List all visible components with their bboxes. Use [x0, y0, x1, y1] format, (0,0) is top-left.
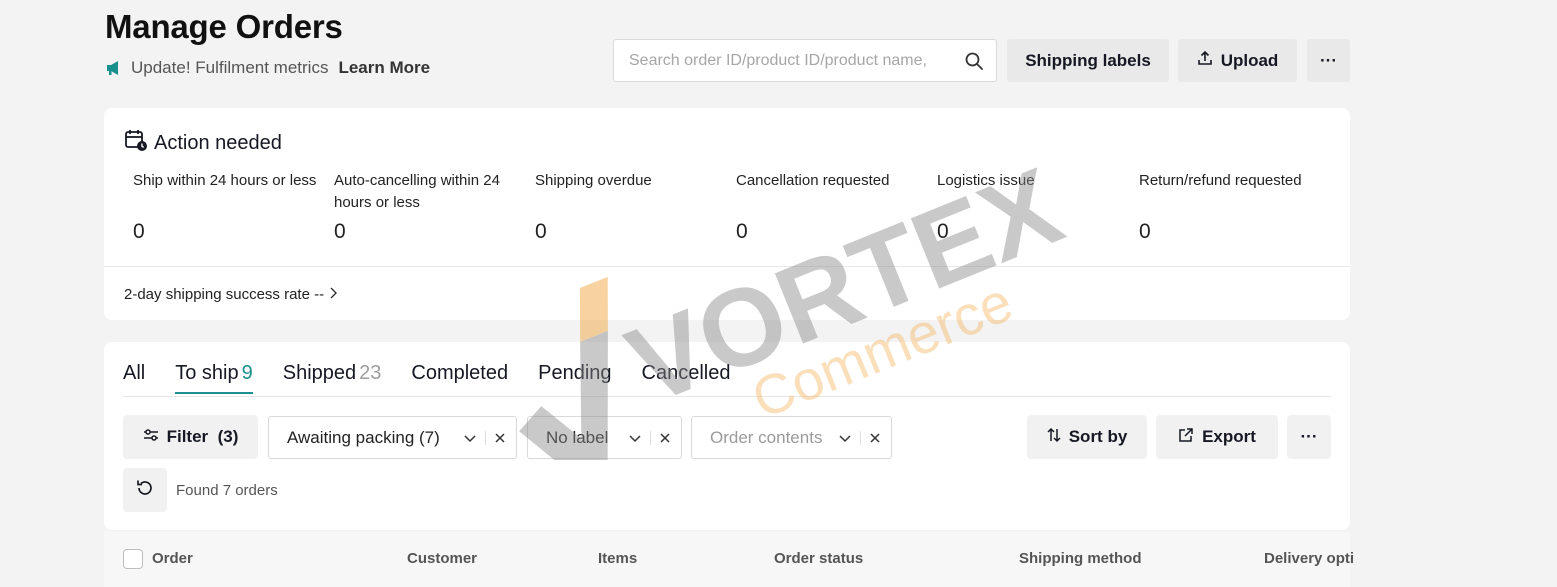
success-rate-text: 2-day shipping success rate --	[124, 286, 325, 303]
tab-pending[interactable]: Pending	[538, 362, 611, 394]
metric-label: Logistics issue	[937, 172, 1035, 189]
shipping-success-rate-link[interactable]: 2-day shipping success rate --	[124, 286, 338, 303]
action-needed-title: Action needed	[154, 131, 282, 154]
metric-shipping-overdue[interactable]: Shipping overdue 0	[535, 170, 720, 243]
filter-label: Filter (3)	[166, 427, 239, 446]
metric-return-refund-requested[interactable]: Return/refund requested 0	[1139, 170, 1324, 243]
update-text: Update! Fulfilment metrics	[131, 58, 329, 77]
more-filters-button[interactable]: ···	[1287, 415, 1331, 459]
orders-card: All To ship 9 Shipped 23 Completed Pending…	[104, 342, 1350, 530]
metric-label: Return/refund requested	[1139, 172, 1302, 189]
metric-cancellation-requested[interactable]: Cancellation requested 0	[736, 170, 921, 243]
column-items[interactable]: Items	[598, 550, 637, 567]
chevron-down-icon[interactable]	[628, 431, 642, 445]
filter-icon	[143, 427, 159, 447]
metric-logistics-issue[interactable]: Logistics issue 0	[937, 170, 1122, 243]
export-icon	[1178, 427, 1194, 448]
divider	[104, 266, 1350, 267]
column-shipping-method[interactable]: Shipping method	[1019, 550, 1141, 567]
tab-count: 23	[359, 362, 382, 384]
column-customer[interactable]: Customer	[407, 550, 477, 567]
tab-label: Shipped	[282, 362, 357, 384]
upload-icon	[1197, 50, 1213, 71]
chevron-down-icon[interactable]	[838, 431, 852, 445]
tab-label: Completed	[411, 362, 509, 384]
update-notice: Update! Fulfilment metrics Learn More	[105, 58, 430, 78]
tab-count: 9	[241, 362, 253, 384]
chevron-down-icon[interactable]	[463, 431, 477, 445]
close-icon[interactable]	[659, 432, 671, 444]
tab-cancelled[interactable]: Cancelled	[642, 362, 731, 394]
tab-label: Pending	[538, 362, 612, 384]
metric-value: 0	[1139, 220, 1151, 243]
tab-label: Cancelled	[641, 362, 731, 384]
more-icon: ···	[1300, 427, 1318, 446]
metric-label: Cancellation requested	[736, 172, 890, 189]
tab-to-ship[interactable]: To ship 9	[175, 362, 253, 394]
chip-text: Order contents	[710, 427, 823, 447]
divider	[485, 430, 486, 445]
column-order[interactable]: Order	[152, 550, 193, 567]
more-actions-button[interactable]: ···	[1307, 39, 1350, 82]
close-icon[interactable]	[869, 432, 881, 444]
search-input[interactable]	[629, 51, 964, 70]
action-needed-heading: Action needed	[124, 128, 282, 158]
column-delivery-option[interactable]: Delivery opti	[1264, 550, 1354, 567]
sort-icon	[1047, 427, 1061, 448]
shipping-labels-label: Shipping labels	[1025, 50, 1151, 70]
megaphone-icon	[105, 59, 123, 77]
chip-text: No label	[546, 427, 609, 447]
metric-value: 0	[736, 220, 748, 243]
metric-label: Shipping overdue	[535, 172, 652, 189]
filter-button[interactable]: Filter (3)	[123, 415, 258, 459]
tab-label: To ship	[175, 362, 239, 384]
chip-text: Awaiting packing (7)	[287, 427, 440, 447]
column-order-status[interactable]: Order status	[774, 550, 863, 567]
chevron-right-icon	[328, 286, 338, 303]
calendar-clock-icon	[124, 128, 148, 158]
metric-value: 0	[334, 220, 346, 243]
close-icon[interactable]	[494, 432, 506, 444]
tab-shipped[interactable]: Shipped 23	[283, 362, 382, 394]
refresh-icon	[135, 478, 155, 503]
upload-label: Upload	[1220, 50, 1279, 70]
metric-label: Auto-cancelling within 24 hours or less	[334, 172, 500, 211]
metric-value: 0	[937, 220, 949, 243]
search-icon[interactable]	[964, 51, 984, 71]
status-filter-chip[interactable]: Awaiting packing (7)	[268, 416, 517, 459]
orders-table-header: Order Customer Items Order status Shippi…	[104, 532, 1354, 587]
metric-auto-cancelling[interactable]: Auto-cancelling within 24 hours or less …	[334, 170, 519, 243]
tab-label: All	[123, 362, 146, 384]
sort-by-button[interactable]: Sort by	[1027, 415, 1147, 459]
export-button[interactable]: Export	[1156, 415, 1278, 459]
label-filter-chip[interactable]: No label	[527, 416, 682, 459]
tab-all[interactable]: All	[123, 362, 145, 394]
upload-button[interactable]: Upload	[1178, 39, 1297, 82]
order-tabs: All To ship 9 Shipped 23 Completed Pending…	[123, 362, 760, 394]
action-needed-card: Action needed Ship within 24 hours or le…	[104, 108, 1350, 320]
more-icon: ···	[1320, 50, 1337, 70]
tab-completed[interactable]: Completed	[411, 362, 508, 394]
divider	[860, 430, 861, 445]
shipping-labels-button[interactable]: Shipping labels	[1007, 39, 1169, 82]
metric-ship-within-24h[interactable]: Ship within 24 hours or less 0	[133, 170, 318, 243]
found-orders-count: Found 7 orders	[176, 482, 278, 499]
page-title: Manage Orders	[105, 8, 343, 45]
metric-label: Ship within 24 hours or less	[133, 172, 317, 189]
refresh-button[interactable]	[123, 468, 167, 512]
metric-value: 0	[133, 220, 145, 243]
divider	[123, 396, 1331, 397]
export-label: Export	[1202, 427, 1256, 446]
learn-more-link[interactable]: Learn More	[338, 58, 430, 78]
divider	[650, 430, 651, 445]
order-search[interactable]	[613, 39, 997, 82]
sort-by-label: Sort by	[1068, 427, 1128, 446]
order-contents-chip[interactable]: Order contents	[691, 416, 892, 459]
select-all-checkbox[interactable]	[123, 549, 143, 569]
metric-value: 0	[535, 220, 547, 243]
